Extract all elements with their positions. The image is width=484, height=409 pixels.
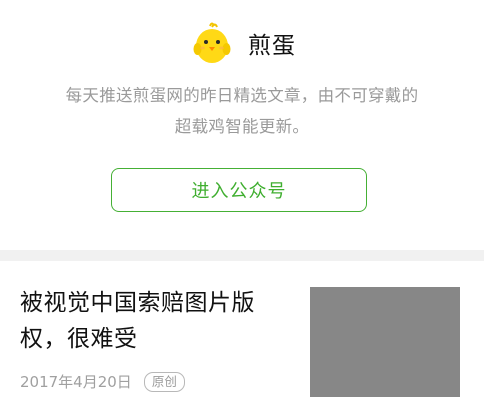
account-card: 煎蛋 每天推送煎蛋网的昨日精选文章，由不可穿戴的 超载鸡智能更新。 进入公众号 — [0, 0, 484, 250]
article-date: 2017年4月20日 — [20, 373, 132, 391]
article-list-item[interactable]: 被视觉中国索赔图片版 权，很难受 2017年4月20日 原创 — [0, 261, 484, 409]
account-description-line: 超载鸡智能更新。 — [174, 117, 310, 136]
account-description: 每天推送煎蛋网的昨日精选文章，由不可穿戴的 超载鸡智能更新。 — [26, 80, 458, 142]
chick-avatar-icon[interactable] — [188, 19, 236, 67]
enter-official-account-button[interactable]: 进入公众号 — [111, 168, 367, 212]
article-meta: 2017年4月20日 原创 — [20, 371, 185, 392]
original-badge: 原创 — [143, 371, 185, 392]
account-header: 煎蛋 — [0, 18, 484, 68]
article-thumbnail[interactable] — [310, 287, 460, 397]
section-divider — [0, 250, 484, 261]
article-title[interactable]: 被视觉中国索赔图片版 权，很难受 — [20, 285, 290, 357]
article-title-line: 权，很难受 — [20, 326, 138, 352]
article-title-line: 被视觉中国索赔图片版 — [20, 290, 255, 316]
account-description-line: 每天推送煎蛋网的昨日精选文章，由不可穿戴的 — [65, 86, 419, 105]
account-name: 煎蛋 — [248, 33, 296, 59]
